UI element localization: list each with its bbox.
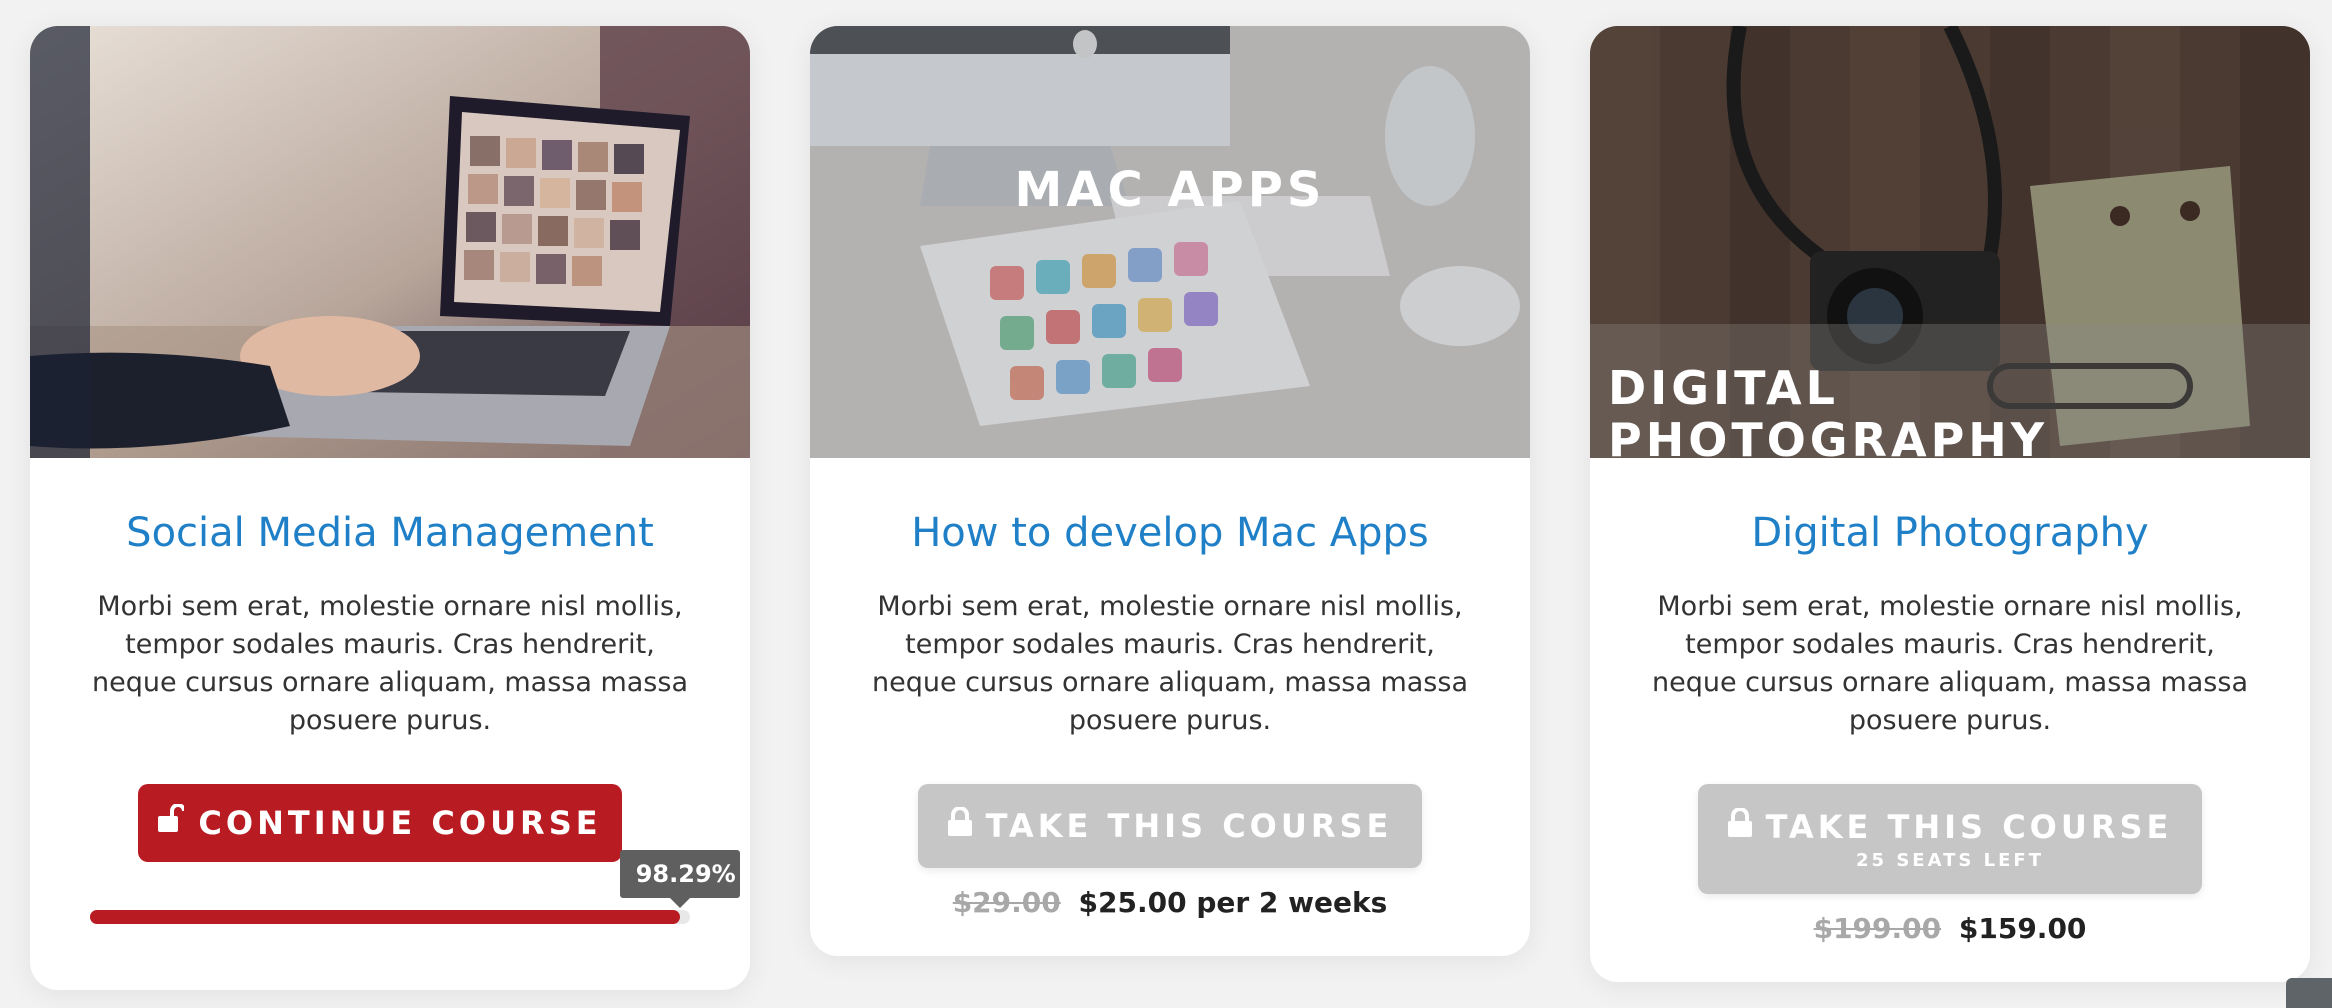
course-image-photography[interactable]: DIGITAL PHOTOGRAPHY: [1590, 26, 2310, 458]
course-image-laptop[interactable]: [30, 26, 750, 458]
course-card-social-media: Social Media Management Morbi sem erat, …: [30, 26, 750, 990]
take-course-label: TAKE THIS COURSE: [1765, 807, 2173, 846]
continue-course-button[interactable]: CONTINUE COURSE: [138, 784, 622, 862]
course-price: $29.00 $25.00 per 2 weeks: [810, 886, 1530, 919]
photography-image-text-line1: DIGITAL: [1608, 361, 1839, 415]
course-title[interactable]: How to develop Mac Apps: [810, 510, 1530, 556]
course-card-digital-photography: DIGITAL PHOTOGRAPHY Digital Photography …: [1590, 26, 2310, 982]
progress-tooltip: 98.29%: [619, 850, 740, 908]
old-price: $199.00: [1813, 912, 1942, 945]
course-price: $199.00 $159.00: [1590, 912, 2310, 945]
current-price: $159.00: [1958, 912, 2087, 945]
course-card-mac-apps: MAC APPS How to develop Mac Apps Morbi s…: [810, 26, 1530, 956]
course-image-mac-apps[interactable]: MAC APPS: [810, 26, 1530, 458]
course-title[interactable]: Digital Photography: [1590, 510, 2310, 556]
course-description: Morbi sem erat, molestie ornare nisl mol…: [91, 591, 688, 736]
lock-icon: [947, 806, 972, 845]
course-title[interactable]: Social Media Management: [30, 510, 750, 556]
take-course-button[interactable]: TAKE THIS COURSE 25 SEATS LEFT: [1698, 784, 2202, 894]
current-price: $25.00 per 2 weeks: [1078, 886, 1388, 919]
progress-fill: [90, 910, 680, 924]
continue-course-label: CONTINUE COURSE: [198, 804, 602, 842]
seats-left-label: 25 SEATS LEFT: [1856, 849, 2044, 871]
course-progress-bar: [90, 906, 690, 926]
scroll-to-top-button[interactable]: [2286, 978, 2332, 1008]
mac-apps-image-text: MAC APPS: [1015, 162, 1326, 218]
photography-image-text-line2: PHOTOGRAPHY: [1608, 413, 2048, 458]
lock-icon: [1727, 806, 1752, 846]
course-description: Morbi sem erat, molestie ornare nisl mol…: [871, 591, 1468, 736]
old-price: $29.00: [952, 886, 1061, 919]
unlock-icon: [158, 803, 187, 842]
take-course-label: TAKE THIS COURSE: [985, 807, 1393, 845]
course-description: Morbi sem erat, molestie ornare nisl mol…: [1651, 591, 2248, 736]
take-course-button[interactable]: TAKE THIS COURSE: [918, 784, 1422, 868]
